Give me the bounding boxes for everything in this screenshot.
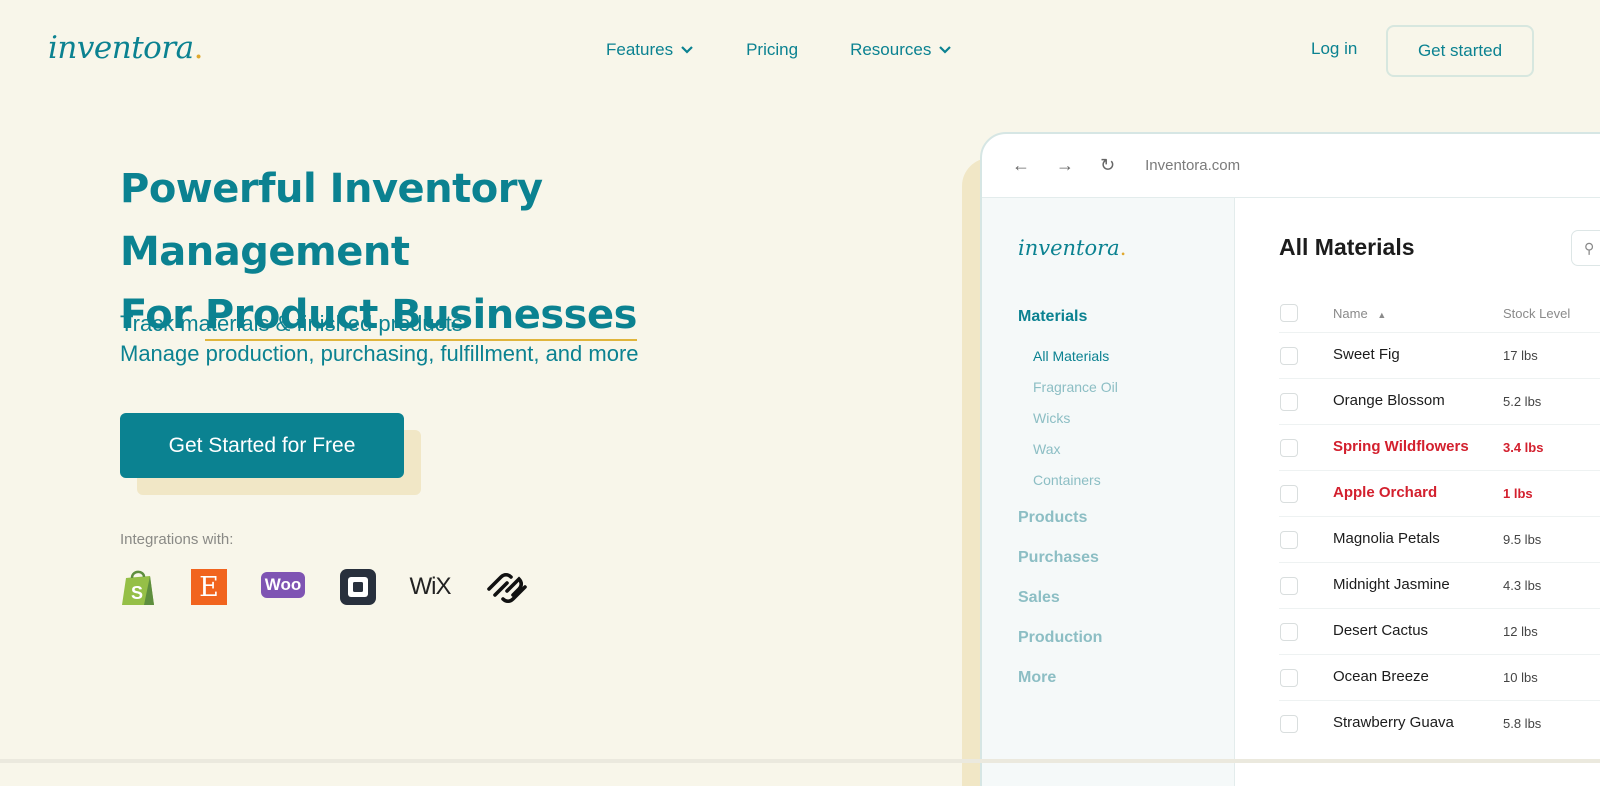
row-checkbox[interactable]: [1280, 623, 1298, 641]
brand-logo[interactable]: inventora.: [48, 30, 204, 66]
chevron-down-icon: [681, 46, 693, 54]
row-checkbox[interactable]: [1280, 531, 1298, 549]
chevron-down-icon: [939, 46, 952, 54]
column-name-label: Name: [1333, 306, 1368, 321]
table-row[interactable]: Spring Wildflowers 3.4 lbs: [1279, 424, 1600, 470]
material-name[interactable]: Apple Orchard: [1333, 484, 1437, 501]
browser-urlbar: ← → ↻ Inventora.com: [982, 134, 1600, 198]
page-title: All Materials: [1279, 234, 1415, 260]
forward-arrow-icon[interactable]: →: [1056, 155, 1074, 176]
sidebar-subitem-fragrance-oil[interactable]: Fragrance Oil: [1033, 379, 1118, 395]
svg-text:S: S: [131, 583, 143, 603]
login-link[interactable]: Log in: [1311, 39, 1357, 59]
stock-level: 5.2 lbs: [1503, 394, 1542, 409]
woocommerce-icon: Woo: [261, 568, 305, 606]
sidebar-item-purchases[interactable]: Purchases: [1018, 549, 1099, 567]
back-arrow-icon[interactable]: ←: [1012, 155, 1030, 176]
material-name[interactable]: Spring Wildflowers: [1333, 438, 1469, 455]
sidebar-item-production[interactable]: Production: [1018, 629, 1102, 647]
shopify-icon: S: [120, 568, 156, 606]
table-row[interactable]: Sweet Fig 17 lbs: [1279, 332, 1600, 378]
get-started-button[interactable]: Get started: [1386, 25, 1534, 77]
nav-resources-label: Resources: [850, 40, 932, 59]
browser-url[interactable]: Inventora.com: [1145, 157, 1240, 174]
nav-pricing[interactable]: Pricing: [746, 38, 798, 62]
stock-level: 4.3 lbs: [1503, 578, 1542, 593]
search-icon: ⚲: [1584, 239, 1595, 256]
wix-icon: WiX: [409, 573, 452, 600]
hero-subtitle-line2: Manage production, purchasing, fulfillme…: [120, 341, 639, 366]
stock-level: 3.4 lbs: [1503, 440, 1544, 455]
row-checkbox[interactable]: [1280, 577, 1298, 595]
stock-level: 9.5 lbs: [1503, 532, 1542, 547]
app-sidebar: inventora. Materials All Materials Fragr…: [982, 198, 1235, 786]
squarespace-icon: [485, 568, 529, 606]
row-checkbox[interactable]: [1280, 715, 1298, 733]
square-icon: [340, 568, 376, 606]
row-checkbox[interactable]: [1280, 669, 1298, 687]
material-name[interactable]: Magnolia Petals: [1333, 530, 1440, 547]
app-logo-text: inventora: [1018, 236, 1120, 260]
table-row[interactable]: Desert Cactus 12 lbs: [1279, 608, 1600, 654]
stock-level: 10 lbs: [1503, 670, 1538, 685]
sidebar-item-more[interactable]: More: [1018, 669, 1056, 687]
sidebar-subitem-all-materials[interactable]: All Materials: [1033, 348, 1109, 364]
hero-subtitle: Track materials & finished products Mana…: [120, 309, 639, 369]
sort-ascending-icon: ▲: [1377, 310, 1387, 320]
sidebar-subitem-wax[interactable]: Wax: [1033, 441, 1060, 457]
table-row[interactable]: Apple Orchard 1 lbs: [1279, 470, 1600, 516]
material-name[interactable]: Sweet Fig: [1333, 346, 1400, 363]
integrations-label: Integrations with:: [120, 531, 234, 548]
main-nav: Features Pricing Resources: [606, 38, 1004, 62]
column-header-name[interactable]: Name ▲: [1333, 306, 1386, 321]
table-row[interactable]: Magnolia Petals 9.5 lbs: [1279, 516, 1600, 562]
material-name[interactable]: Orange Blossom: [1333, 392, 1445, 409]
column-header-stock-level[interactable]: Stock Level: [1503, 306, 1570, 321]
etsy-glyph: E: [191, 569, 227, 605]
row-checkbox[interactable]: [1280, 485, 1298, 503]
get-started-free-button[interactable]: Get Started for Free: [120, 413, 404, 478]
table-header: Name ▲ Stock Level: [1279, 304, 1600, 332]
hero-subtitle-line1: Track materials & finished products: [120, 311, 463, 336]
nav-resources[interactable]: Resources: [850, 38, 952, 62]
nav-features[interactable]: Features: [606, 38, 694, 62]
select-all-checkbox[interactable]: [1280, 304, 1298, 322]
woo-glyph: Woo: [261, 572, 305, 598]
row-checkbox[interactable]: [1280, 393, 1298, 411]
table-row[interactable]: Ocean Breeze 10 lbs: [1279, 654, 1600, 700]
material-name[interactable]: Ocean Breeze: [1333, 668, 1429, 685]
app-main: All Materials ⚲ Name ▲ Stock Level Sweet…: [1235, 198, 1600, 786]
refresh-icon[interactable]: ↻: [1100, 155, 1115, 176]
sidebar-item-sales[interactable]: Sales: [1018, 589, 1060, 607]
table-row[interactable]: Orange Blossom 5.2 lbs: [1279, 378, 1600, 424]
stock-level: 12 lbs: [1503, 624, 1538, 639]
app-preview-window: ← → ↻ Inventora.com inventora. Materials…: [980, 132, 1600, 786]
stock-level: 5.8 lbs: [1503, 716, 1542, 731]
sidebar-item-products[interactable]: Products: [1018, 509, 1087, 527]
row-checkbox[interactable]: [1280, 347, 1298, 365]
material-name[interactable]: Midnight Jasmine: [1333, 576, 1450, 593]
logo-text: inventora: [48, 30, 194, 66]
search-input[interactable]: ⚲: [1571, 230, 1600, 266]
logo-dot: .: [193, 30, 204, 66]
sidebar-subitem-wicks[interactable]: Wicks: [1033, 410, 1070, 426]
row-checkbox[interactable]: [1280, 439, 1298, 457]
table-row[interactable]: Strawberry Guava 5.8 lbs: [1279, 700, 1600, 746]
nav-features-label: Features: [606, 40, 674, 59]
material-name[interactable]: Strawberry Guava: [1333, 714, 1454, 731]
etsy-icon: E: [191, 568, 227, 606]
app-logo-dot: .: [1119, 236, 1127, 260]
nav-pricing-label: Pricing: [746, 40, 799, 59]
stock-level: 1 lbs: [1503, 486, 1533, 501]
sidebar-subitem-containers[interactable]: Containers: [1033, 472, 1101, 488]
table-row[interactable]: Midnight Jasmine 4.3 lbs: [1279, 562, 1600, 608]
material-name[interactable]: Desert Cactus: [1333, 622, 1428, 639]
app-logo: inventora.: [1018, 236, 1126, 260]
page-divider: [0, 759, 1600, 763]
sidebar-item-materials[interactable]: Materials: [1018, 308, 1087, 326]
hero-title-line1: Powerful Inventory Management: [120, 166, 543, 275]
stock-level: 17 lbs: [1503, 348, 1538, 363]
